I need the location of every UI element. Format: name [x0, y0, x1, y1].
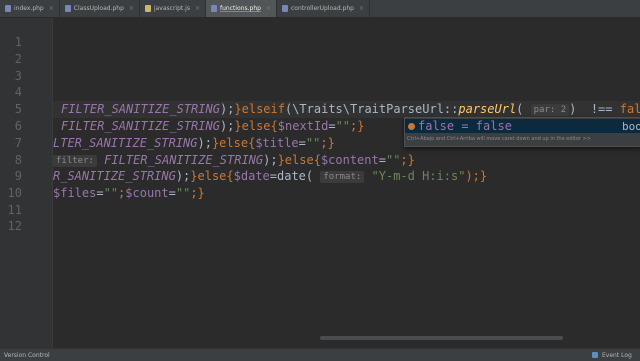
code-token: FILTER_SANITIZE_STRING	[61, 119, 220, 133]
tab-index-php[interactable]: index.php ×	[0, 0, 60, 17]
code-token: }else{	[211, 136, 256, 150]
code-token: R_SANITIZE_STRING	[53, 169, 176, 183]
code-token: FILTER_SANITIZE_STRING	[104, 153, 264, 167]
code-token: ) !==	[569, 102, 620, 116]
code-token: ""	[385, 153, 401, 167]
parameter-hint: filter:	[53, 155, 97, 167]
code-token: =	[328, 119, 336, 133]
line-number: 4	[14, 85, 22, 99]
code-token: );	[197, 136, 212, 150]
line-number: 5	[14, 102, 22, 116]
line-number: 12	[7, 219, 22, 233]
tab-label: ClassUpload.php	[73, 5, 124, 12]
code-token: ;}	[350, 119, 365, 133]
code-token: =date(	[269, 169, 314, 183]
code-token: "Y-m-d H:i:s"	[371, 169, 466, 183]
php-file-icon	[281, 5, 288, 12]
code-token: ""	[305, 136, 321, 150]
code-token: $nextId	[277, 119, 329, 133]
code-token: $files	[53, 186, 97, 200]
line-number-gutter[interactable]: 1 2 3 4 5 6 7 8 9 10 11 12	[0, 18, 53, 348]
line-number: 9	[14, 169, 22, 183]
line-number: 6	[14, 119, 22, 133]
tab-label: index.php	[14, 5, 44, 12]
code-token: );	[219, 119, 235, 133]
code-token: (	[516, 102, 524, 116]
code-token: $count	[125, 186, 169, 200]
code-token: );	[175, 169, 191, 183]
code-token: $date	[233, 169, 270, 183]
code-token: $content	[320, 153, 379, 167]
tab-label: controllerUpload.php	[290, 5, 354, 12]
code-token: ""	[175, 186, 191, 200]
close-icon[interactable]: ×	[359, 5, 364, 12]
code-token: (\Traits\TraitParseUrl::	[284, 102, 459, 116]
code-token: );	[219, 102, 235, 116]
code-token: ;}	[320, 136, 335, 150]
completion-item-name: false = false	[418, 119, 512, 133]
code-token: );}	[465, 169, 488, 183]
code-token: ""	[335, 119, 351, 133]
code-token: LTER_SANITIZE_STRING	[53, 136, 198, 150]
tab-functions-php[interactable]: functions.php ×	[205, 0, 277, 17]
line-number: 11	[7, 203, 22, 217]
code-token: ;}	[190, 186, 205, 200]
code-token: }elseif	[234, 102, 285, 116]
code-token: =	[298, 136, 306, 150]
code-token: =	[96, 186, 104, 200]
line-number: 2	[14, 52, 22, 66]
line-number: 7	[14, 136, 22, 150]
tab-javascript-js[interactable]: javascript.js ×	[140, 0, 206, 17]
parameter-hint: format:	[320, 171, 365, 183]
code-token: }else{	[277, 153, 321, 167]
close-icon[interactable]: ×	[129, 5, 134, 12]
completion-popup: false = false boo Ctrl+Abajo and Ctrl+Ar…	[404, 117, 640, 147]
php-file-icon	[64, 5, 71, 12]
event-log-button[interactable]: Event Log	[602, 352, 632, 359]
horizontal-scrollbar[interactable]	[320, 336, 563, 340]
parameter-hint: par: 2	[530, 104, 570, 116]
code-token: ""	[103, 186, 119, 200]
tab-controllerupload-php[interactable]: controllerUpload.php ×	[277, 0, 370, 17]
js-file-icon	[144, 5, 151, 12]
code-token: }else{	[234, 119, 278, 133]
tab-classupload-php[interactable]: ClassUpload.php ×	[60, 0, 140, 17]
php-file-icon	[5, 5, 11, 12]
code-token: =	[168, 186, 176, 200]
line-number: 10	[7, 186, 22, 200]
code-line-8[interactable]: LTER_SANITIZE_STRING);}else{$title="";}	[53, 135, 335, 152]
editor-tab-bar: index.php × ClassUpload.php × javascript…	[0, 0, 640, 18]
php-file-icon	[210, 5, 217, 12]
code-line-9[interactable]: filter: FILTER_SANITIZE_STRING);}else{$c…	[53, 152, 415, 169]
code-token: );	[263, 153, 278, 167]
code-line-6[interactable]: FILTER_SANITIZE_STRING);}elseif(\Traits\…	[61, 101, 640, 118]
code-token: FILTER_SANITIZE_STRING	[61, 102, 220, 116]
code-token: }else{	[190, 169, 234, 183]
code-line-10[interactable]: R_SANITIZE_STRING);}else{$date=date( for…	[53, 168, 487, 185]
completion-item-type: boo	[622, 119, 640, 133]
completion-item-false[interactable]: false = false boo	[405, 119, 640, 133]
code-token: ;}	[400, 153, 415, 167]
line-number: 8	[14, 153, 22, 167]
version-control-button[interactable]: Version Control	[4, 352, 50, 359]
line-number: 3	[14, 69, 22, 83]
close-icon[interactable]: ×	[266, 5, 271, 12]
code-editor[interactable]: FILTER_SANITIZE_STRING);}elseif(\Traits\…	[53, 18, 640, 348]
constant-icon	[408, 122, 415, 130]
code-token: parseUrl	[458, 102, 517, 116]
tab-label: functions.php	[219, 5, 261, 12]
line-number: 1	[14, 35, 22, 49]
completion-tip: Ctrl+Abajo and Ctrl+Arriba will move car…	[407, 136, 591, 142]
status-bar: Version Control Event Log	[0, 348, 640, 361]
code-token: $title	[255, 136, 299, 150]
code-line-11[interactable]: $files="";$count="";}	[53, 185, 205, 202]
code-token: false	[619, 102, 640, 116]
code-token: =	[378, 153, 386, 167]
code-line-7[interactable]: FILTER_SANITIZE_STRING);}else{$nextId=""…	[61, 118, 364, 135]
event-log-icon	[592, 352, 598, 358]
close-icon[interactable]: ×	[195, 5, 200, 12]
close-icon[interactable]: ×	[49, 5, 54, 12]
tab-label: javascript.js	[153, 5, 190, 12]
